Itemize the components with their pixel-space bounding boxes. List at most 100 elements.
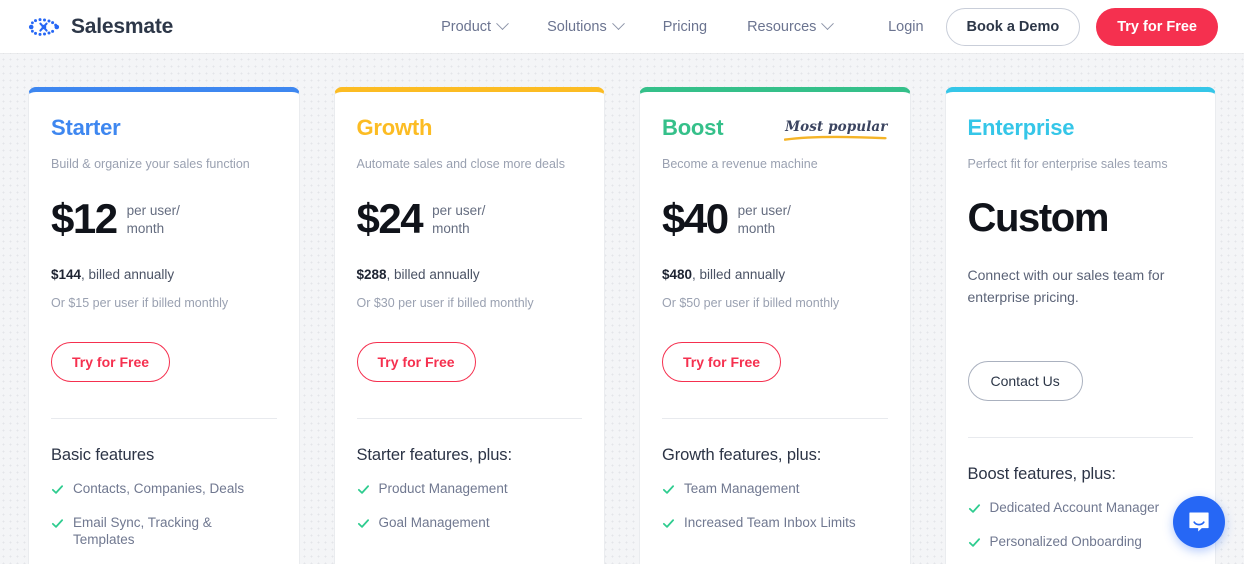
book-demo-button[interactable]: Book a Demo — [945, 7, 1081, 46]
plan-tagline: Perfect fit for enterprise sales teams — [967, 157, 1168, 172]
feature-list: Dedicated Account Manager Personalized O… — [968, 500, 1194, 551]
plan-tagline: Build & organize your sales function — [51, 157, 250, 172]
plan-name: Enterprise — [967, 115, 1075, 140]
nav-actions: Login Book a Demo Try for Free — [888, 7, 1218, 46]
list-item: Team Management — [662, 481, 888, 498]
price-row: $24 per user/ month — [356, 194, 583, 242]
most-popular-badge: Most popular — [784, 118, 887, 141]
price-unit-line2: month — [126, 221, 165, 237]
features-title: Starter features, plus: — [356, 445, 513, 464]
plan-price: Custom — [967, 195, 1110, 240]
billed-annually: $480, billed annually — [662, 267, 888, 282]
features-title: Boost features, plus: — [967, 464, 1116, 483]
features-title: Basic features — [51, 445, 155, 464]
list-item: Product Management — [357, 481, 583, 498]
try-for-free-button[interactable]: Try for Free — [1096, 7, 1218, 46]
check-icon — [662, 485, 675, 494]
pricing-cards-row: Starter Build & organize your sales func… — [0, 53, 1244, 564]
cta-zone: Try for Free — [51, 341, 277, 382]
top-navigation-bar: Salesmate Product Solutions Pricing Reso… — [0, 0, 1244, 53]
price-unit: per user/ month — [127, 198, 180, 238]
billed-annually: $144, billed annually — [51, 267, 277, 282]
nav-item-pricing-label: Pricing — [662, 18, 708, 35]
price-unit: per user/ month — [432, 198, 485, 238]
plan-tagline: Become a revenue machine — [662, 157, 818, 172]
billed-monthly-note: Or $50 per user if billed monthly — [662, 295, 840, 310]
pricing-card-growth: Growth Automate sales and close more dea… — [333, 87, 605, 564]
brand-logo[interactable]: Salesmate — [26, 15, 173, 39]
intercom-chat-launcher[interactable] — [1173, 496, 1225, 548]
cta-zone: Try for Free — [662, 341, 888, 382]
plan-cta-button[interactable]: Contact Us — [967, 360, 1083, 401]
plan-price: $24 — [356, 194, 424, 242]
nav-item-resources-label: Resources — [747, 18, 817, 35]
plan-name: Starter — [51, 115, 121, 140]
plan-price: $12 — [51, 194, 118, 242]
list-item: Email Sync, Tracking & Templates — [51, 515, 277, 549]
plan-header: Enterprise — [968, 115, 1194, 141]
check-icon — [51, 485, 64, 494]
divider — [51, 417, 277, 419]
check-icon — [662, 519, 675, 528]
check-icon — [968, 503, 980, 513]
plan-name: Boost — [662, 115, 724, 140]
plan-header: Starter — [51, 115, 277, 141]
nav-item-pricing[interactable]: Pricing — [643, 19, 727, 35]
feature-label: Team Management — [684, 480, 800, 496]
divider — [356, 417, 582, 419]
list-item: Goal Management — [357, 515, 583, 532]
list-item: Dedicated Account Manager — [968, 500, 1194, 517]
billed-text: , billed annually — [81, 266, 175, 282]
nav-item-solutions[interactable]: Solutions — [527, 17, 643, 35]
nav-links: Product Solutions Pricing Resources — [421, 17, 852, 35]
billed-amount: $288 — [356, 266, 387, 282]
features-title: Growth features, plus: — [662, 445, 822, 464]
check-icon — [357, 519, 369, 528]
list-item: Contacts, Companies, Deals — [51, 481, 277, 498]
feature-label: Product Management — [378, 480, 508, 496]
plan-cta-button[interactable]: Try for Free — [662, 341, 782, 382]
nav-item-product[interactable]: Product — [421, 17, 527, 35]
login-link[interactable]: Login — [888, 19, 923, 35]
enterprise-description: Connect with our sales team for enterpri… — [967, 266, 1165, 306]
plan-name: Growth — [356, 115, 433, 140]
price-unit-line2: month — [737, 221, 776, 237]
feature-list: Contacts, Companies, Deals Email Sync, T… — [51, 481, 277, 549]
salesmate-logo-icon — [28, 17, 60, 36]
nav-item-solutions-label: Solutions — [547, 18, 607, 35]
billed-monthly-note: Or $30 per user if billed monthly — [356, 295, 534, 310]
check-icon — [357, 485, 369, 494]
pricing-card-starter: Starter Build & organize your sales func… — [28, 87, 300, 564]
intercom-chat-icon — [1189, 512, 1209, 532]
feature-label: Goal Management — [378, 514, 490, 530]
price-unit-line1: per user/ — [432, 202, 486, 218]
feature-label: Email Sync, Tracking & Templates — [73, 514, 212, 547]
feature-label: Increased Team Inbox Limits — [684, 514, 856, 530]
chevron-down-icon — [496, 17, 509, 31]
feature-label: Dedicated Account Manager — [989, 499, 1160, 515]
plan-price: $40 — [662, 194, 729, 242]
list-item: Increased Team Inbox Limits — [662, 515, 888, 532]
divider — [662, 417, 888, 419]
price-unit-line2: month — [432, 221, 470, 237]
plan-cta-button[interactable]: Try for Free — [356, 341, 476, 382]
billed-annually: $288, billed annually — [357, 267, 583, 282]
check-icon — [51, 519, 64, 528]
plan-cta-button[interactable]: Try for Free — [51, 341, 171, 382]
price-unit-line1: per user/ — [737, 202, 791, 218]
feature-list: Product Management Goal Management — [357, 481, 583, 532]
plan-tagline: Automate sales and close more deals — [356, 157, 565, 172]
feature-label: Personalized Onboarding — [989, 533, 1142, 549]
price-row: $40 per user/ month — [662, 194, 888, 242]
price-row: $12 per user/ month — [51, 194, 277, 242]
check-icon — [968, 537, 980, 547]
billed-amount: $480 — [662, 266, 693, 282]
badge-underline-icon — [784, 135, 887, 141]
billed-text: , billed annually — [386, 266, 480, 282]
plan-header: Boost Most popular — [662, 115, 888, 141]
billed-amount: $144 — [51, 266, 82, 282]
price-unit: per user/ month — [738, 198, 791, 238]
cta-zone: Try for Free — [356, 341, 583, 382]
nav-item-product-label: Product — [441, 18, 492, 35]
nav-item-resources[interactable]: Resources — [727, 17, 852, 35]
